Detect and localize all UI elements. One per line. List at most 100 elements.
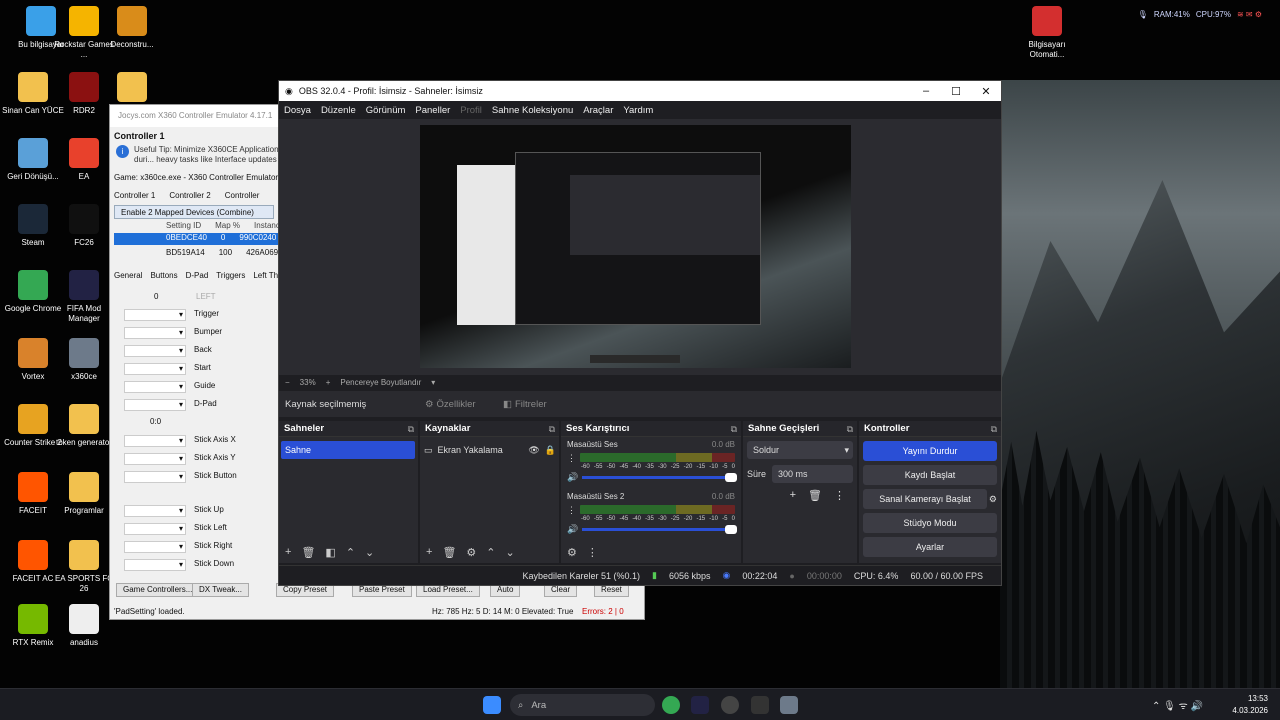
popout-icon[interactable]: ⧉ bbox=[408, 421, 414, 437]
mapping-dropdown[interactable]: ▾ bbox=[124, 505, 186, 517]
mapping-dropdown[interactable]: ▾ bbox=[124, 381, 186, 393]
chrome-icon[interactable] bbox=[662, 696, 680, 714]
mapping-dropdown[interactable]: ▾ bbox=[124, 363, 186, 375]
zoom-out-button[interactable]: − bbox=[285, 378, 290, 387]
chevron-down-icon[interactable]: ▾ bbox=[431, 378, 435, 387]
mapping-dropdown[interactable]: ▾ bbox=[124, 399, 186, 411]
mapping-row[interactable]: ▾ Start bbox=[124, 363, 211, 375]
mapping-row[interactable]: ▾ Stick Down bbox=[124, 559, 234, 571]
obs-window[interactable]: ◉ OBS 32.0.4 - Profil: İsimsiz - Sahnele… bbox=[278, 80, 1002, 586]
mapping-row[interactable]: ▾ Stick Left bbox=[124, 523, 227, 535]
mapping-tab[interactable]: General bbox=[114, 271, 142, 280]
settings-button[interactable]: Ayarlar bbox=[863, 537, 997, 557]
mapping-row[interactable]: ▾ Guide bbox=[124, 381, 215, 393]
desktop-icon[interactable]: Bilgisayarı Otomati... bbox=[1014, 6, 1080, 60]
menu-item[interactable]: Profil bbox=[460, 105, 482, 116]
trash-icon[interactable]: 🗑 bbox=[442, 546, 456, 559]
mapping-row[interactable]: ▾ D-Pad bbox=[124, 399, 217, 411]
gear-icon[interactable]: ⚙ bbox=[567, 546, 577, 559]
desktop-icon[interactable]: EA SPORTS FC 26 bbox=[51, 540, 117, 594]
up-icon[interactable]: ⌃ bbox=[346, 546, 355, 559]
eye-icon[interactable]: 👁 bbox=[528, 441, 539, 459]
device-row-1[interactable]: 0BEDCE40 0 990C0240 bbox=[166, 233, 276, 242]
controller-tab[interactable]: Controller 1 bbox=[114, 191, 155, 200]
popout-icon[interactable]: ⧉ bbox=[549, 421, 555, 437]
transition-select[interactable]: Soldur ▾ bbox=[747, 441, 853, 459]
duration-input[interactable]: 300 ms bbox=[772, 465, 853, 483]
menu-item[interactable]: Düzenle bbox=[321, 105, 356, 116]
start-icon[interactable] bbox=[483, 696, 501, 714]
desktop-icon[interactable]: token generator bbox=[51, 404, 117, 448]
down-icon[interactable]: ⌄ bbox=[506, 546, 515, 559]
desktop-icon[interactable]: EA bbox=[51, 138, 117, 182]
preview-canvas[interactable] bbox=[420, 125, 851, 368]
source-item[interactable]: ▭ Ekran Yakalama 👁 🔒 bbox=[424, 441, 556, 459]
mapping-dropdown[interactable]: ▾ bbox=[124, 471, 186, 483]
desktop-icon[interactable]: Deconstru... bbox=[99, 6, 165, 50]
popout-icon[interactable]: ⧉ bbox=[847, 421, 853, 437]
channel-1-slider[interactable] bbox=[582, 473, 737, 482]
menu-item[interactable]: Paneller bbox=[415, 105, 450, 116]
channel-2-slider[interactable] bbox=[582, 525, 737, 534]
trash-icon[interactable]: 🗑 bbox=[808, 489, 822, 502]
fit-dropdown[interactable]: Pencereye Boyutlandır bbox=[340, 378, 421, 387]
add-icon[interactable]: + bbox=[790, 489, 796, 502]
kebab-icon[interactable]: ⋮ bbox=[567, 505, 576, 516]
mapping-dropdown[interactable]: ▾ bbox=[124, 309, 186, 321]
mapping-tab[interactable]: D-Pad bbox=[186, 271, 209, 280]
desktop-icon[interactable]: Programlar bbox=[51, 472, 117, 516]
studio-mode-button[interactable]: Stüdyo Modu bbox=[863, 513, 997, 533]
properties-button[interactable]: ⚙ Özellikler bbox=[425, 399, 497, 410]
volume-icon[interactable]: 🔊 bbox=[567, 524, 578, 535]
menu-item[interactable]: Araçlar bbox=[583, 105, 613, 116]
controller-tab[interactable]: Controller 2 bbox=[169, 191, 210, 200]
add-icon[interactable]: + bbox=[426, 546, 432, 558]
mapping-tab[interactable]: Buttons bbox=[150, 271, 177, 280]
fifa-mod-icon[interactable] bbox=[691, 696, 709, 714]
mapping-dropdown[interactable]: ▾ bbox=[124, 453, 186, 465]
kebab-icon[interactable]: ⋮ bbox=[834, 489, 845, 502]
kebab-icon[interactable]: ⋮ bbox=[567, 453, 576, 464]
start-recording-button[interactable]: Kaydı Başlat bbox=[863, 465, 997, 485]
obs-icon[interactable] bbox=[721, 696, 739, 714]
filter-icon[interactable]: ◧ bbox=[325, 546, 335, 559]
filters-button[interactable]: ◧ Filtreler bbox=[503, 399, 547, 410]
scene-item[interactable]: Sahne bbox=[281, 441, 415, 459]
mapping-row[interactable]: ▾ Trigger bbox=[124, 309, 219, 321]
volume-icon[interactable]: 🔊 bbox=[567, 472, 578, 483]
mapping-dropdown[interactable]: ▾ bbox=[124, 345, 186, 357]
mapping-row[interactable]: ▾ Stick Up bbox=[124, 505, 224, 517]
mapping-tab[interactable]: Triggers bbox=[216, 271, 245, 280]
mapping-dropdown[interactable]: ▾ bbox=[124, 559, 186, 571]
search-box[interactable]: ⌕ Ara bbox=[510, 694, 655, 716]
close-button[interactable]: ✕ bbox=[971, 85, 1001, 98]
menu-item[interactable]: Sahne Koleksiyonu bbox=[492, 105, 573, 116]
controller-tab[interactable]: Controller bbox=[225, 191, 260, 200]
mapping-dropdown[interactable]: ▾ bbox=[124, 523, 186, 535]
menu-item[interactable]: Yardım bbox=[623, 105, 653, 116]
preview-area[interactable] bbox=[279, 119, 1001, 375]
up-icon[interactable]: ⌃ bbox=[486, 546, 495, 559]
virtual-camera-button[interactable]: Sanal Kamerayı Başlat bbox=[863, 489, 987, 509]
trash-icon[interactable]: 🗑 bbox=[301, 546, 315, 559]
mapping-row[interactable]: ▾ Back bbox=[124, 345, 212, 357]
mapping-row[interactable]: ▾ Bumper bbox=[124, 327, 222, 339]
tray-icons[interactable]: ⌃ 🎙 ᯤ 🔊 bbox=[1152, 698, 1203, 712]
popout-icon[interactable]: ⧉ bbox=[731, 421, 737, 437]
desktop-icon[interactable] bbox=[99, 72, 165, 106]
gear-icon[interactable]: ⚙ bbox=[466, 546, 476, 559]
app-icon[interactable] bbox=[751, 696, 769, 714]
lock-icon[interactable]: 🔒 bbox=[545, 441, 556, 459]
stop-stream-button[interactable]: Yayını Durdur bbox=[863, 441, 997, 461]
menu-item[interactable]: Görünüm bbox=[366, 105, 406, 116]
mapping-row[interactable]: ▾ Stick Axis X bbox=[124, 435, 236, 447]
mapping-row[interactable]: ▾ Stick Right bbox=[124, 541, 232, 553]
mapping-row[interactable]: ▾ Stick Button bbox=[124, 471, 237, 483]
mapping-row[interactable]: ▾ Stick Axis Y bbox=[124, 453, 236, 465]
kebab-icon[interactable]: ⋮ bbox=[587, 546, 598, 559]
mapping-dropdown[interactable]: ▾ bbox=[124, 541, 186, 553]
enable-combine-checkbox[interactable]: Enable 2 Mapped Devices (Combine) bbox=[114, 205, 274, 219]
minimize-button[interactable]: – bbox=[911, 85, 941, 97]
down-icon[interactable]: ⌄ bbox=[365, 546, 374, 559]
gear-icon[interactable]: ⚙ bbox=[989, 494, 997, 505]
